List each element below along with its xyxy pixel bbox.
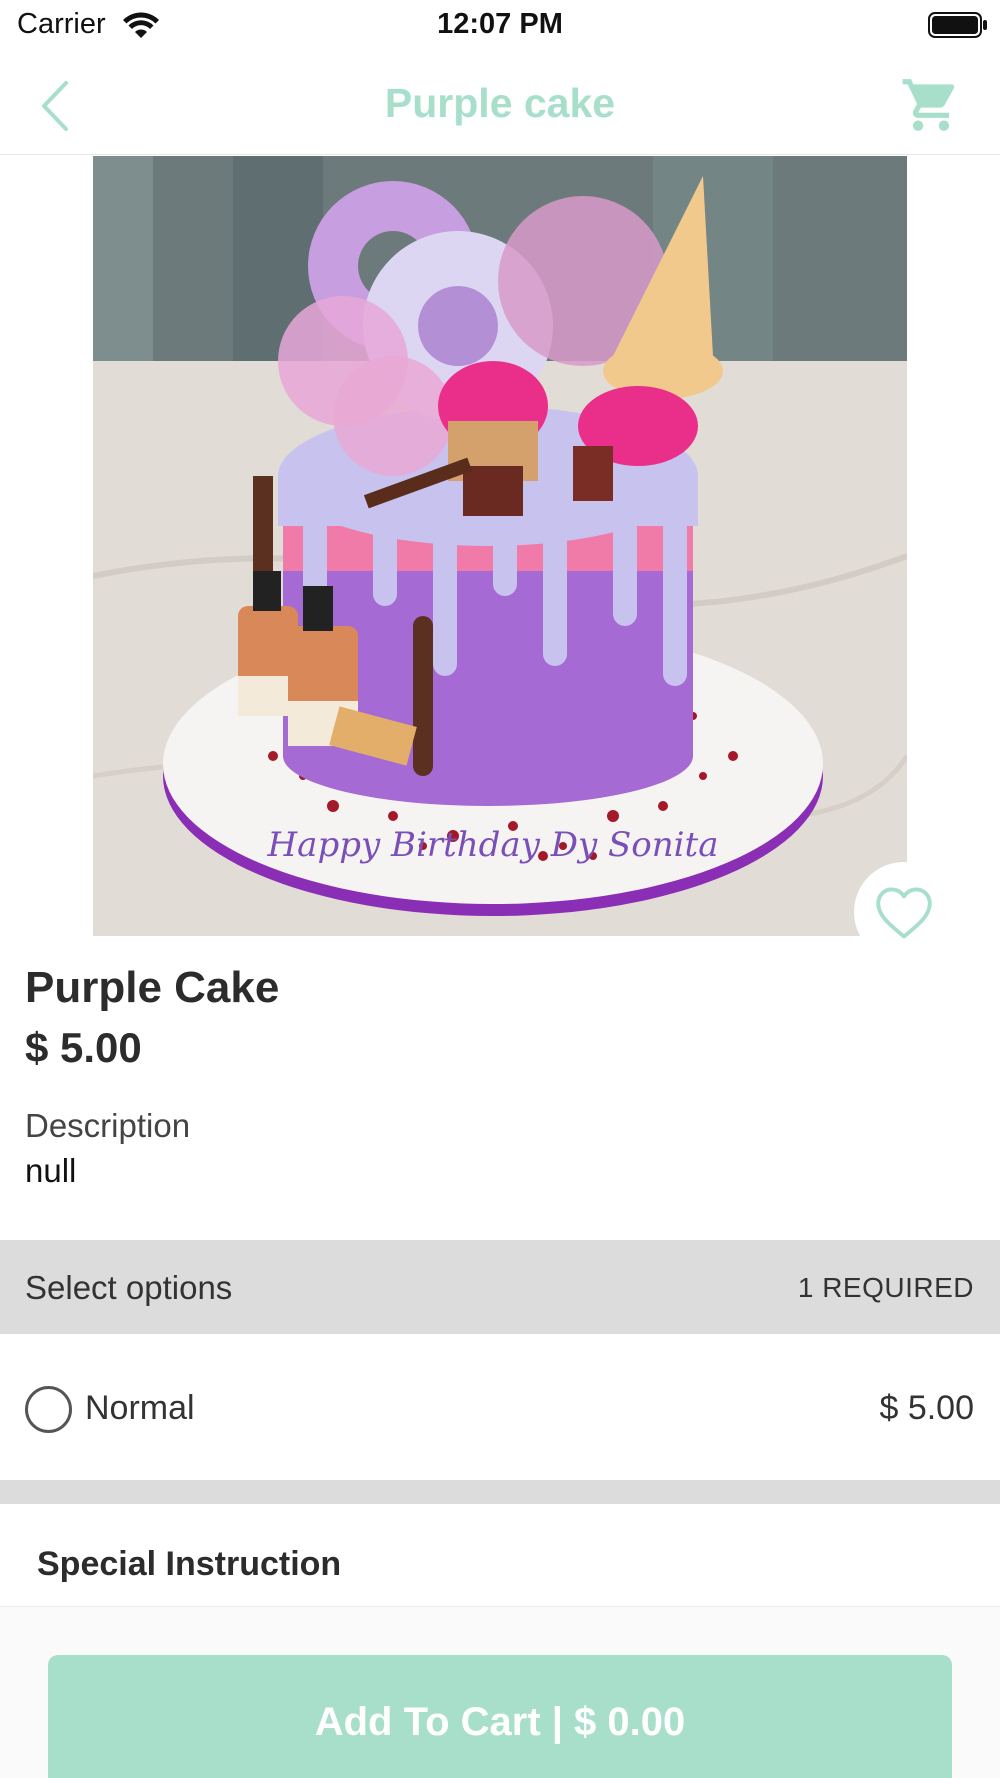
section-divider bbox=[0, 1480, 1000, 1504]
bottom-bar: Add To Cart | $ 0.00 bbox=[0, 1606, 1000, 1778]
required-badge: 1 REQUIRED bbox=[797, 1272, 974, 1303]
add-to-cart-button[interactable]: Add To Cart | $ 0.00 bbox=[48, 1655, 952, 1778]
status-time: 12:07 PM bbox=[437, 8, 563, 40]
cart-button[interactable] bbox=[900, 74, 962, 136]
options-title: Select options bbox=[25, 1269, 233, 1306]
page-title: Purple cake bbox=[384, 80, 616, 126]
nav-bar: Purple cake bbox=[0, 58, 1000, 155]
description-value: null bbox=[25, 1152, 77, 1189]
option-label: Normal bbox=[85, 1389, 195, 1427]
cart-icon bbox=[902, 79, 955, 131]
description-label: Description bbox=[25, 1107, 191, 1144]
option-price: $ 5.00 bbox=[879, 1389, 974, 1427]
favorite-button[interactable] bbox=[854, 862, 954, 962]
product-price: $ 5.00 bbox=[25, 1024, 142, 1071]
option-row[interactable]: Normal $ 5.00 bbox=[0, 1334, 1000, 1480]
product-name: Purple Cake bbox=[25, 963, 280, 1012]
heart-icon bbox=[876, 887, 932, 939]
options-header: Select options 1 REQUIRED bbox=[0, 1240, 1000, 1334]
radio-button[interactable] bbox=[25, 1386, 72, 1433]
product-image: Happy Birthday Dy Sonita bbox=[93, 156, 907, 936]
cake-inscription: Happy Birthday Dy Sonita bbox=[267, 825, 719, 865]
battery-icon bbox=[928, 12, 988, 43]
status-bar: Carrier 12:07 PM bbox=[0, 0, 1000, 50]
special-instruction-title: Special Instruction bbox=[37, 1545, 342, 1583]
